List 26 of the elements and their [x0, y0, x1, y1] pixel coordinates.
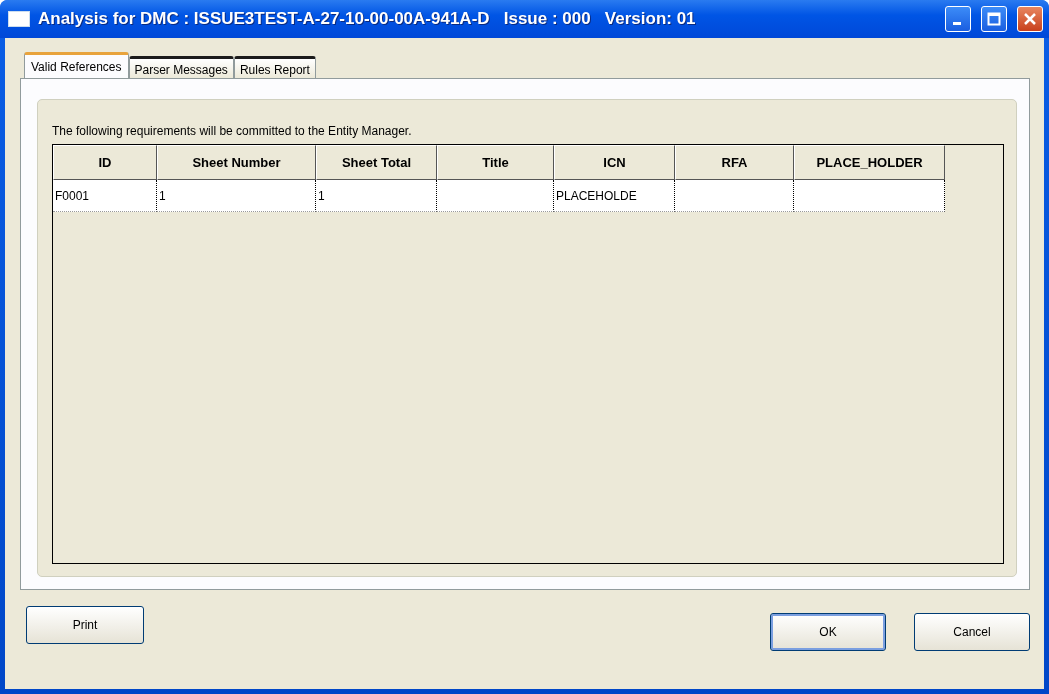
dialog-button[interactable]: OK	[770, 613, 886, 651]
info-message: The following requirements will be committed to the Entity Manager.	[52, 124, 413, 138]
column-header[interactable]: PLACE_HOLDER	[794, 145, 945, 180]
column-header[interactable]: RFA	[675, 145, 794, 180]
window-icon	[8, 11, 30, 27]
minimize-icon	[952, 21, 961, 25]
column-header[interactable]: ICN	[554, 145, 675, 180]
column-header[interactable]: ID	[53, 145, 157, 180]
column-header[interactable]: Sheet Total	[316, 145, 437, 180]
table-cell: F0001	[53, 180, 157, 212]
print-button[interactable]: Print	[26, 606, 144, 644]
close-icon	[1023, 12, 1037, 26]
tab[interactable]: Valid References	[24, 52, 129, 78]
column-header[interactable]: Title	[437, 145, 554, 180]
minimize-button[interactable]	[945, 6, 971, 32]
column-header[interactable]: Sheet Number	[157, 145, 316, 180]
table-cell: 1	[316, 180, 437, 212]
window-title: Analysis for DMC : ISSUE3TEST-A-27-10-00-00A-941A-D Issue : 000 Version: 01	[38, 9, 697, 29]
tab[interactable]: Parser Messages	[128, 56, 234, 78]
maximize-button[interactable]	[981, 6, 1007, 32]
dialog-button[interactable]: Cancel	[914, 613, 1030, 651]
maximize-icon	[987, 12, 1001, 26]
close-button[interactable]	[1017, 6, 1043, 32]
tab[interactable]: Rules Report	[233, 56, 316, 78]
table-cell: 1	[157, 180, 316, 212]
table-cell: PLACEHOLDE	[554, 180, 675, 212]
